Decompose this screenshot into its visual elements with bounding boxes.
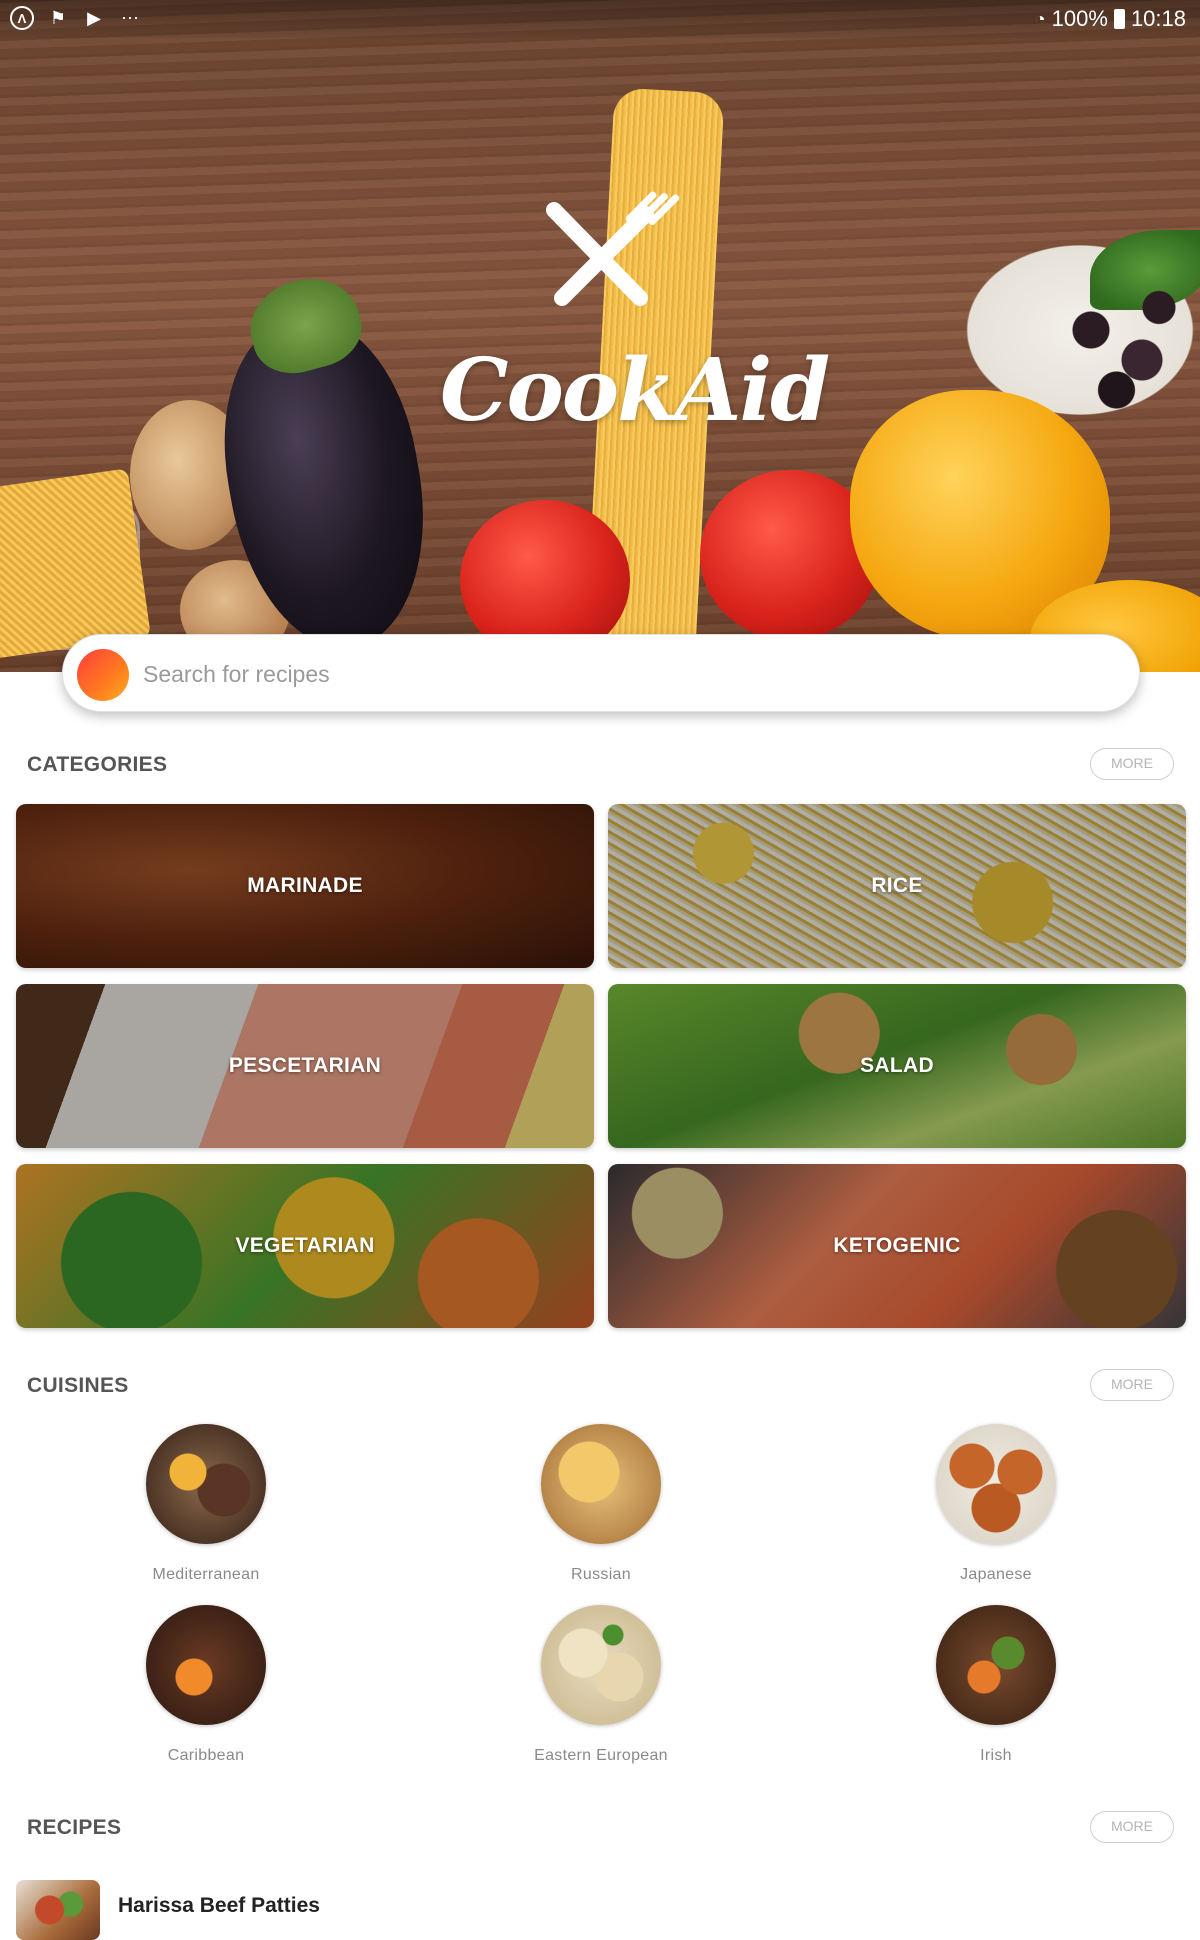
search-input[interactable] — [143, 635, 1103, 713]
recipe-list-item[interactable]: Harissa Beef Patties — [16, 1880, 1184, 1940]
status-left-icons: Λ ⚑ ▶ ⋯ — [10, 6, 142, 30]
recipe-thumbnail — [16, 1880, 100, 1940]
categories-title: CATEGORIES — [27, 753, 168, 776]
recipe-title: Harissa Beef Patties — [118, 1894, 320, 1917]
cuisine-name: Caribbean — [167, 1747, 245, 1764]
category-label: RICE — [871, 874, 923, 897]
cuisine-item-japanese[interactable]: Japanese — [866, 1424, 1126, 1584]
cuisine-image — [541, 1424, 661, 1544]
category-tile-marinade[interactable]: MARINADE — [16, 804, 594, 968]
cuisine-image — [146, 1605, 266, 1725]
battery-icon — [1113, 9, 1125, 29]
category-tile-ketogenic[interactable]: KETOGENIC — [608, 1164, 1186, 1328]
cuisine-image — [936, 1605, 1056, 1725]
cuisine-name: Irish — [980, 1747, 1012, 1764]
category-label: SALAD — [860, 1054, 934, 1077]
category-label: VEGETARIAN — [235, 1234, 375, 1257]
category-tile-vegetarian[interactable]: VEGETARIAN — [16, 1164, 594, 1328]
category-tile-salad[interactable]: SALAD — [608, 984, 1186, 1148]
cuisine-item-eastern-european[interactable]: Eastern European — [471, 1605, 731, 1765]
search-bar[interactable] — [62, 634, 1140, 713]
app-icon-a: Λ — [10, 6, 34, 30]
search-brand-dot-icon — [77, 649, 129, 701]
category-tile-pescetarian[interactable]: PESCETARIAN — [16, 984, 594, 1148]
status-bar: Λ ⚑ ▶ ⋯ ◔ 100% 10:18 — [0, 0, 1200, 38]
recipes-title: RECIPES — [27, 1816, 122, 1839]
fork-knife-icon — [546, 191, 680, 306]
cuisine-item-mediterranean[interactable]: Mediterranean — [76, 1424, 336, 1584]
categories-more-button[interactable]: MORE — [1090, 748, 1174, 780]
cuisine-name: Russian — [571, 1566, 631, 1583]
cuisines-title: CUISINES — [27, 1374, 129, 1397]
wifi-icon: ◔ — [1034, 8, 1046, 29]
olives-bowl — [1040, 270, 1200, 420]
category-label: KETOGENIC — [833, 1234, 961, 1257]
cuisine-name: Eastern European — [534, 1747, 668, 1764]
category-label: PESCETARIAN — [228, 1054, 382, 1077]
play-store-icon: ▶ — [87, 7, 101, 28]
app-logo: CookAid — [440, 180, 830, 460]
cuisine-name: Mediterranean — [152, 1566, 260, 1583]
cuisine-item-irish[interactable]: Irish — [866, 1605, 1126, 1765]
more-dots-icon: ⋯ — [121, 7, 139, 28]
cuisine-item-russian[interactable]: Russian — [471, 1424, 731, 1584]
category-label: MARINADE — [247, 874, 363, 897]
hero-banner: CookAid Λ ⚑ ▶ ⋯ ◔ 100% 10:18 — [0, 0, 1200, 672]
cuisine-item-caribbean[interactable]: Caribbean — [76, 1605, 336, 1765]
status-right: ◔ 100% 10:18 — [1035, 6, 1186, 32]
cuisine-image — [541, 1605, 661, 1725]
cuisine-image — [936, 1424, 1056, 1544]
recipes-more-button[interactable]: MORE — [1090, 1811, 1174, 1843]
cuisine-name: Japanese — [960, 1566, 1032, 1583]
app-name: CookAid — [440, 340, 830, 441]
cuisines-more-button[interactable]: MORE — [1090, 1369, 1174, 1401]
battery-percent: 100% — [1051, 6, 1108, 31]
flag-icon: ⚑ — [49, 7, 67, 28]
cuisine-image — [146, 1424, 266, 1544]
category-tile-rice[interactable]: RICE — [608, 804, 1186, 968]
clock: 10:18 — [1130, 6, 1186, 31]
pasta-bundle-left — [0, 468, 151, 662]
